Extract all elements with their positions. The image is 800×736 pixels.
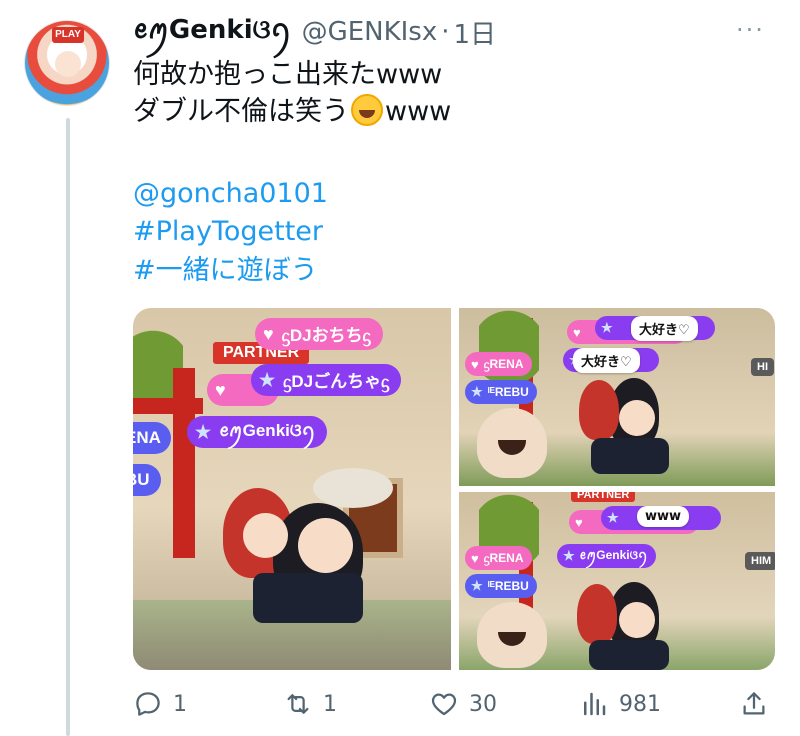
star-icon: ★ <box>563 548 575 563</box>
white-wings <box>313 468 393 508</box>
hashtag-link-asobou[interactable]: #一緒に遊ぼう <box>133 252 318 290</box>
media-grid: PARTNER ♥ ᦓDJおちちᦓ ♥ ★ ᦓDJごんちゃᦓ ENA ★ ꫀꪑGenk… <box>133 308 775 670</box>
avatar-characters <box>203 458 403 648</box>
ghost-character <box>477 408 547 478</box>
reply-count: 1 <box>173 691 187 717</box>
offscreen-nametag: HIM <box>745 552 775 570</box>
like-button[interactable]: 30 <box>429 686 497 722</box>
nametag-genki: ★ ꫀꪑGenkiଓꪆ <box>557 544 656 568</box>
heart-icon: ♥ <box>215 379 226 400</box>
heart-icon: ♥ <box>471 550 479 566</box>
avatar-face <box>55 51 81 77</box>
partner-sign: PARTNER <box>571 492 636 502</box>
nametag-dj-ochi: ♥ ᦓDJおちちᦓ <box>255 318 383 350</box>
tweet-text-line-2-end: www <box>385 96 452 127</box>
nametag-label: ENA <box>133 428 161 447</box>
heart-icon: ♥ <box>263 323 274 344</box>
character-face <box>619 602 655 638</box>
like-count: 30 <box>469 691 497 717</box>
share-button[interactable] <box>739 686 779 722</box>
nametag-label: ᦓRENA <box>483 356 524 371</box>
views-button[interactable]: 981 <box>579 686 661 722</box>
nametag-bu: BU <box>133 464 161 496</box>
speech-bubble-daisuki: 大好き♡ <box>573 348 640 373</box>
author-name[interactable]: ꫀꪑGenkiଓꪆ <box>133 5 292 59</box>
tweet-text-line-1: 何故か抱っこ出来たwww <box>133 59 443 90</box>
hashtag-link-playtogetter[interactable]: #PlayTogetter <box>133 213 323 251</box>
tweet-header: ꫀꪑGenkiଓꪆ @GENKIsx · 1日 <box>133 14 496 50</box>
nametag-label: BU <box>133 470 150 489</box>
media-image-main[interactable]: PARTNER ♥ᦓDJおちちᦓ ♥ ★ᦓDJごんちゃᦓ ENA ★ꫀꪑGenk… <box>133 308 451 670</box>
retweet-icon <box>287 694 309 714</box>
heart-icon: ♥ <box>575 514 583 530</box>
nametag-ena: ENA <box>133 422 171 454</box>
red-gate-pillar <box>173 368 195 558</box>
nametag-label: ꫀꪑGenkiଓꪆ <box>219 420 316 440</box>
speech-bubble-daisuki: 大好き♡ <box>631 316 698 341</box>
star-icon: ★ <box>607 510 619 525</box>
ghost-character <box>477 602 547 668</box>
star-icon: ★ <box>601 320 613 335</box>
tweet-time[interactable]: 1日 <box>454 14 497 51</box>
offscreen-nametag: HI <box>751 358 774 376</box>
nametag-rebu: ★ ᴵᴱREBU <box>465 380 537 404</box>
nametag-rena: ♥ ᦓRENA <box>465 546 532 570</box>
tweet-text-line-2: ダブル不倫は笑う www <box>133 93 773 131</box>
share-icon <box>743 692 765 715</box>
tweet-action-bar: 1 1 30 981 <box>133 686 775 722</box>
nametag-genki: ★ ꫀꪑGenkiଓꪆ <box>187 416 328 448</box>
media-image-bottom-right[interactable]: PARTNER ♥ ★ www ♥ ᦓRENA ★ ꫀꪑGenkiଓꪆ ★ ᴵᴱREB… <box>459 492 775 670</box>
character-body <box>591 438 669 474</box>
heart-icon <box>431 693 457 716</box>
nametag-label: ᦓDJおちちᦓ <box>281 326 371 345</box>
nametag-label: ᦓRENA <box>483 550 524 565</box>
character-face <box>243 513 288 558</box>
nametag-label: ꫀꪑGenkiଓꪆ <box>579 547 648 562</box>
retweet-button[interactable]: 1 <box>283 686 337 722</box>
nametag-label: ᴵᴱREBU <box>487 579 529 593</box>
mention-link[interactable]: @goncha0101 <box>133 175 328 213</box>
star-icon: ★ <box>259 369 276 390</box>
character-face <box>619 400 655 436</box>
character-body <box>253 573 363 623</box>
avatar-play-badge: PLAY <box>52 27 84 43</box>
media-image-top-right[interactable]: ♥ ᦓRENA ★ ᴵᴱREBU ♥ ★ ★ 大好き♡ 大好き♡ HI <box>459 308 775 486</box>
nametag-rena: ♥ ᦓRENA <box>465 352 532 376</box>
thread-line <box>66 118 70 736</box>
bar-chart-icon <box>584 692 606 716</box>
author-handle[interactable]: @GENKIsx <box>302 17 438 47</box>
nametag-dj-gon: ★ ᦓDJごんちゃᦓ <box>251 364 402 396</box>
heart-icon: ♥ <box>471 356 479 372</box>
tweet-text-line-2-start: ダブル不倫は笑う <box>133 96 349 127</box>
star-icon: ★ <box>195 421 212 442</box>
reply-button[interactable]: 1 <box>133 686 187 722</box>
nametag-label: ᴵᴱREBU <box>487 385 529 399</box>
views-count: 981 <box>619 691 661 717</box>
red-hair <box>577 584 617 644</box>
reply-icon <box>136 692 160 716</box>
character-body <box>589 640 669 670</box>
retweet-count: 1 <box>323 691 337 717</box>
speech-bubble-www: www <box>637 506 690 527</box>
red-hair <box>579 380 619 440</box>
nametag-rebu: ★ ᴵᴱREBU <box>465 574 537 598</box>
star-icon: ★ <box>471 384 483 399</box>
heart-icon: ♥ <box>573 324 581 340</box>
rolling-on-floor-laughing-emoji-icon <box>351 94 383 126</box>
nametag-label: ᦓDJごんちゃᦓ <box>283 372 390 391</box>
more-options-icon[interactable]: ··· <box>736 16 765 44</box>
author-avatar[interactable]: PLAY <box>24 20 110 106</box>
star-icon: ★ <box>471 578 483 593</box>
header-separator: · <box>441 17 450 47</box>
character-face <box>298 518 353 573</box>
red-gate-beam <box>133 398 203 414</box>
